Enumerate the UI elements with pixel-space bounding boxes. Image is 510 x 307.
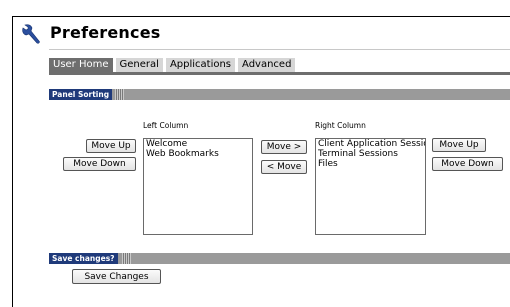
- list-item[interactable]: Welcome: [144, 139, 252, 149]
- move-right-button[interactable]: Move >: [261, 140, 307, 154]
- right-move-up-button[interactable]: Move Up: [432, 138, 486, 152]
- title-divider: [49, 49, 510, 50]
- tab-general[interactable]: General: [115, 58, 163, 72]
- left-move-up-button[interactable]: Move Up: [86, 139, 136, 153]
- tab-bar: User Home General Applications Advanced: [49, 58, 298, 72]
- right-column-label: Right Column: [315, 121, 366, 130]
- save-changes-button[interactable]: Save Changes: [72, 269, 161, 284]
- tab-underline: [49, 72, 510, 75]
- move-left-button[interactable]: < Move: [261, 160, 307, 174]
- left-column-label: Left Column: [143, 121, 189, 130]
- panel-sorting-heading: Panel Sorting: [49, 89, 113, 100]
- panel-sorting-header: Panel Sorting: [49, 89, 510, 100]
- save-changes-header: Save changes?: [49, 253, 510, 264]
- list-item[interactable]: Client Application Sessions: [316, 139, 425, 149]
- section-stripes: [122, 253, 131, 264]
- page-title: Preferences: [50, 23, 161, 42]
- right-column-list[interactable]: Client Application Sessions Terminal Ses…: [315, 138, 426, 235]
- tab-applications[interactable]: Applications: [165, 58, 236, 72]
- wrench-icon: [22, 24, 40, 44]
- tab-user-home[interactable]: User Home: [49, 58, 113, 72]
- right-move-down-button[interactable]: Move Down: [432, 157, 503, 171]
- list-item[interactable]: Files: [316, 159, 425, 169]
- left-move-down-button[interactable]: Move Down: [63, 157, 136, 171]
- left-column-list[interactable]: Welcome Web Bookmarks: [143, 138, 253, 235]
- tab-advanced[interactable]: Advanced: [238, 58, 296, 72]
- list-item[interactable]: Terminal Sessions: [316, 149, 425, 159]
- save-changes-heading: Save changes?: [49, 253, 118, 264]
- list-item[interactable]: Web Bookmarks: [144, 149, 252, 159]
- section-stripes: [115, 89, 124, 100]
